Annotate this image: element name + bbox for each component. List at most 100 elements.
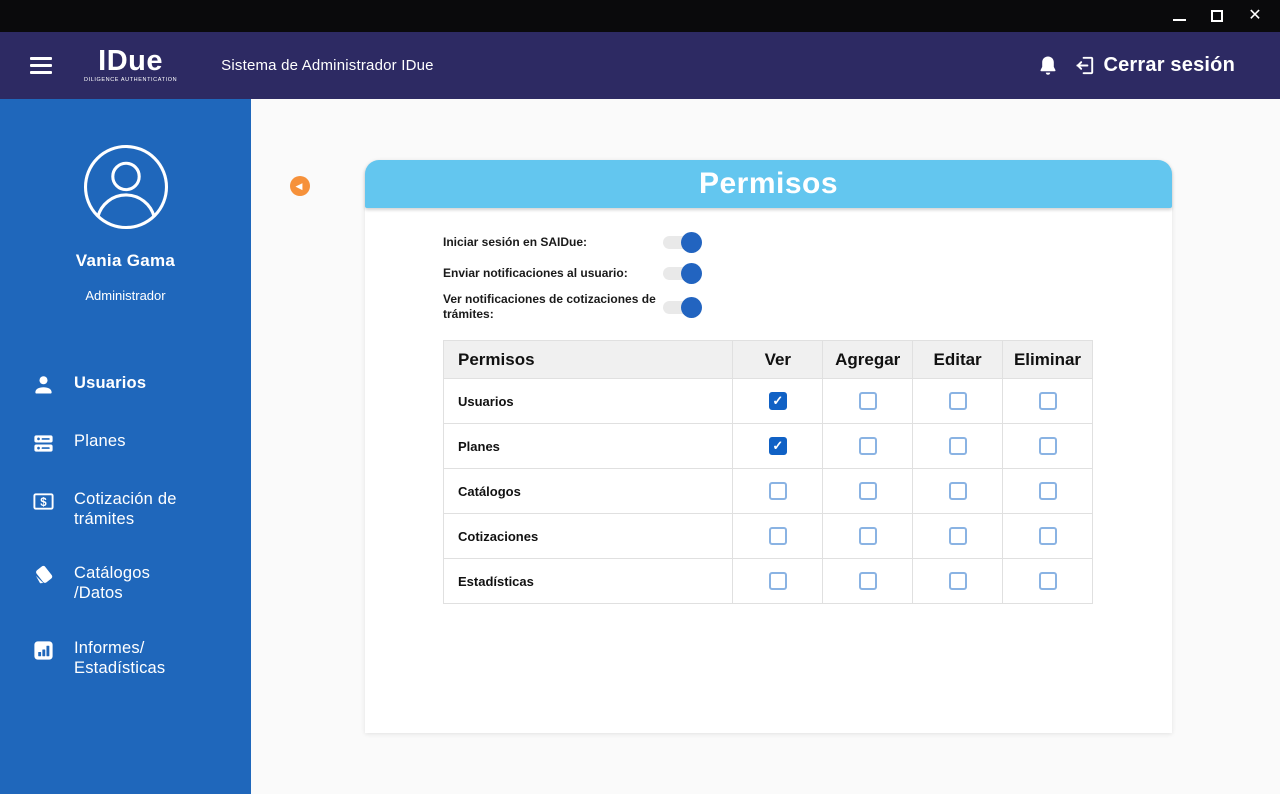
- sidebar-item-informes[interactable]: Informes/ Estadísticas: [32, 638, 251, 678]
- user-role: Administrador: [85, 288, 166, 303]
- panel-title: Permisos: [698, 167, 839, 200]
- sidebar-item-label: Planes: [74, 432, 126, 450]
- panel-header: Permisos: [365, 160, 1172, 208]
- checkbox-cell[interactable]: [822, 558, 914, 604]
- checkbox[interactable]: [858, 436, 877, 455]
- checkbox[interactable]: [1038, 481, 1057, 500]
- checkbox-cell[interactable]: [1002, 423, 1093, 469]
- checkbox[interactable]: [1038, 436, 1057, 455]
- window-titlebar: ✕: [0, 0, 1280, 32]
- toggle-enviar-notificaciones[interactable]: [663, 262, 702, 284]
- checkbox-cell[interactable]: [732, 468, 824, 514]
- toggle-label: Enviar notificaciones al usuario:: [443, 265, 628, 280]
- maximize-icon: [1211, 10, 1223, 22]
- toggle-row: Enviar notificaciones al usuario:: [443, 261, 1172, 285]
- checkbox-cell[interactable]: [732, 558, 824, 604]
- logo-subtext: DILIGENCE AUTHENTICATION: [84, 77, 178, 84]
- close-icon: ✕: [1248, 7, 1262, 24]
- checkbox-cell[interactable]: [1002, 513, 1093, 559]
- checkbox-cell[interactable]: [822, 468, 914, 514]
- checkbox[interactable]: [858, 526, 877, 545]
- checkbox-cell[interactable]: [912, 468, 1004, 514]
- toggle-label: Ver notificaciones de cotizaciones de tr…: [443, 292, 656, 321]
- checkbox-cell[interactable]: [912, 423, 1004, 469]
- column-header-ver: Ver: [732, 340, 824, 379]
- checkbox[interactable]: [1038, 526, 1057, 545]
- checkbox-cell[interactable]: [732, 378, 824, 424]
- checkbox-cell[interactable]: [822, 378, 914, 424]
- sidebar-item-label: Usuarios: [74, 374, 147, 392]
- sidebar-item-label: Informes/ Estadísticas: [74, 638, 166, 677]
- row-label: Estadísticas: [442, 558, 734, 604]
- close-button[interactable]: ✕: [1246, 7, 1264, 25]
- checkbox[interactable]: [768, 481, 787, 500]
- column-header-eliminar: Eliminar: [1002, 340, 1093, 379]
- row-label: Catálogos: [442, 468, 734, 514]
- sidebar-item-cotizacion[interactable]: $ Cotización de trámites: [32, 489, 251, 529]
- checkbox[interactable]: [858, 391, 877, 410]
- hamburger-menu-icon[interactable]: [30, 57, 52, 74]
- row-label: Planes: [442, 423, 734, 469]
- permissions-table: Permisos Ver Agregar Editar Eliminar Usu…: [442, 340, 1093, 604]
- checkbox[interactable]: [1038, 571, 1057, 590]
- quote-money-icon: $: [33, 493, 54, 510]
- app-logo: IDue DILIGENCE AUTHENTICATION: [84, 47, 177, 84]
- checkbox[interactable]: [768, 391, 787, 410]
- checkbox-cell[interactable]: [912, 513, 1004, 559]
- toggle-knob: [681, 262, 702, 284]
- maximize-button[interactable]: [1208, 7, 1226, 25]
- permissions-panel: Permisos Iniciar sesión en SAIDue: Envia…: [365, 160, 1172, 733]
- logout-button[interactable]: Cerrar sesión: [1074, 54, 1235, 77]
- checkbox-cell[interactable]: [1002, 558, 1093, 604]
- minimize-button[interactable]: [1170, 7, 1188, 25]
- sidebar-item-usuarios[interactable]: Usuarios: [32, 373, 251, 397]
- checkbox[interactable]: [948, 481, 967, 500]
- checkbox-cell[interactable]: [822, 513, 914, 559]
- notifications-bell-icon[interactable]: [1036, 54, 1060, 78]
- toggle-row: Iniciar sesión en SAIDue:: [443, 230, 1172, 254]
- checkbox[interactable]: [948, 526, 967, 545]
- toggle-row: Ver notificaciones de cotizaciones de tr…: [443, 292, 1172, 322]
- checkbox[interactable]: [768, 526, 787, 545]
- checkbox[interactable]: [948, 391, 967, 410]
- back-button[interactable]: ◀: [290, 176, 310, 196]
- logout-icon: [1076, 56, 1094, 75]
- table-row: Cotizaciones: [442, 513, 1093, 559]
- catalog-icon: [35, 566, 53, 584]
- sidebar-item-catalogos[interactable]: Catálogos /Datos: [32, 563, 251, 603]
- app-title: Sistema de Administrador IDue: [221, 57, 434, 74]
- table-row: Planes: [442, 423, 1093, 469]
- toggle-knob: [681, 231, 702, 253]
- user-name: Vania Gama: [75, 251, 176, 270]
- checkbox[interactable]: [768, 436, 787, 455]
- sidebar-nav: Usuarios Planes $ Cotización de trámites…: [0, 373, 251, 678]
- checkbox-cell[interactable]: [732, 513, 824, 559]
- user-profile: Vania Gama Administrador: [0, 99, 251, 303]
- checkbox[interactable]: [768, 571, 787, 590]
- sidebar-item-planes[interactable]: Planes: [32, 431, 251, 455]
- checkbox-cell[interactable]: [732, 423, 824, 469]
- toggle-ver-notificaciones[interactable]: [663, 296, 702, 318]
- checkbox-cell[interactable]: [912, 558, 1004, 604]
- logout-label: Cerrar sesión: [1103, 54, 1235, 76]
- minimize-icon: [1172, 19, 1186, 21]
- logo-text: IDue: [98, 45, 163, 78]
- checkbox[interactable]: [948, 571, 967, 590]
- checkbox-cell[interactable]: [1002, 378, 1093, 424]
- row-label: Cotizaciones: [442, 513, 734, 559]
- column-header-permisos: Permisos: [442, 340, 734, 379]
- plans-icon: [34, 435, 53, 452]
- app-header: IDue DILIGENCE AUTHENTICATION Sistema de…: [0, 32, 1280, 99]
- user-icon: [35, 376, 52, 394]
- checkbox[interactable]: [858, 481, 877, 500]
- checkbox-cell[interactable]: [912, 378, 1004, 424]
- avatar-icon: [83, 144, 168, 230]
- checkbox[interactable]: [858, 571, 877, 590]
- toggle-iniciar-sesion[interactable]: [663, 231, 702, 253]
- main-content: ◀ Permisos Iniciar sesión en SAIDue: Env…: [251, 99, 1280, 794]
- checkbox[interactable]: [1038, 391, 1057, 410]
- checkbox[interactable]: [948, 436, 967, 455]
- checkbox-cell[interactable]: [822, 423, 914, 469]
- checkbox-cell[interactable]: [1002, 468, 1093, 514]
- row-label: Usuarios: [442, 378, 734, 424]
